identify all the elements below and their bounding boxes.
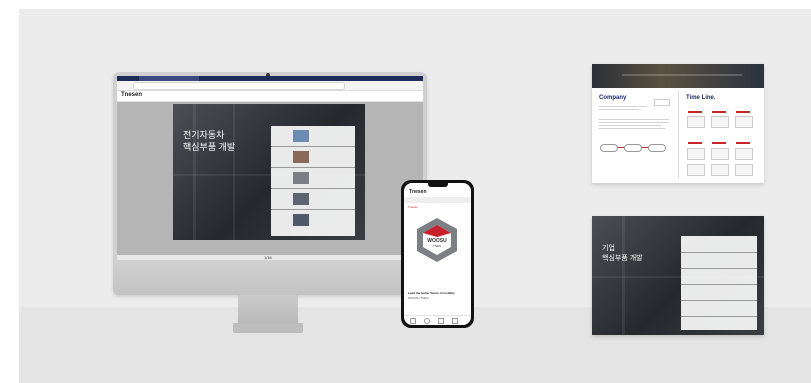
monitor-stand [238, 295, 298, 325]
smartphone: Tnesen Tnesen WOOSU TNES Lead the better… [401, 180, 474, 328]
timeline-node [624, 144, 642, 152]
menu-icon[interactable] [452, 318, 458, 324]
table-row-divider [681, 300, 757, 301]
year-label [736, 142, 750, 144]
table-row-divider [271, 188, 355, 189]
site-logo[interactable]: Tnesen [121, 92, 142, 98]
phone-notch [428, 183, 448, 187]
table-row-divider [271, 167, 355, 168]
desktop-monitor: Tnesen 전기자동차 핵심부품 개발 1/16 [113, 72, 427, 295]
text-line [599, 106, 647, 107]
table-row-divider [681, 284, 757, 285]
address-bar[interactable] [133, 82, 345, 90]
mockup-stage: Tnesen 전기자동차 핵심부품 개발 1/16 Tnesen Tnesen … [19, 9, 811, 383]
company-title: Company [599, 95, 627, 101]
timeline-box [687, 148, 705, 160]
monitor-screen: Tnesen 전기자동차 핵심부품 개발 1/16 [117, 76, 423, 260]
timeline-box [711, 148, 729, 160]
product-table-card: 기업 핵심부품 개발 [592, 216, 764, 335]
hexagon-badge: WOOSU TNES [417, 218, 457, 262]
table-row-divider [681, 268, 757, 269]
search-icon[interactable] [424, 318, 430, 324]
text-line [599, 119, 669, 120]
year-label [712, 142, 726, 144]
timeline-box [711, 164, 729, 176]
table-row-divider [271, 146, 355, 147]
badge-sub: TNES [433, 244, 441, 248]
table-row-divider [271, 209, 355, 210]
timeline-box [711, 116, 729, 128]
site-header: Tnesen [117, 91, 423, 102]
product-image [293, 172, 309, 184]
small-button[interactable] [654, 99, 670, 106]
text-line [599, 125, 661, 126]
year-label [712, 111, 726, 113]
catalog-slide: 전기자동차 핵심부품 개발 [173, 104, 365, 240]
viewer-page-bar: 1/16 [117, 255, 423, 260]
table-row-divider [681, 252, 757, 253]
slide-title-line2: 핵심부품 개발 [183, 142, 236, 152]
phone-site-logo[interactable]: Tnesen [409, 189, 427, 195]
phone-caption: Lead the better future of mobility [408, 291, 455, 295]
card-title-line1: 기업 [602, 245, 615, 252]
text-line [599, 109, 639, 110]
table-row-divider [681, 316, 757, 317]
timeline-box [735, 164, 753, 176]
share-icon[interactable] [438, 318, 444, 324]
product-image [293, 151, 309, 163]
document-viewer: 전기자동차 핵심부품 개발 1/16 [117, 102, 423, 260]
timeline-node [600, 144, 618, 152]
slide-title-line1: 전기자동차 [183, 130, 225, 140]
year-label [688, 142, 702, 144]
background-beam [193, 104, 196, 240]
timeline-box [735, 148, 753, 160]
phone-bottom-nav [404, 315, 471, 325]
card-banner [592, 64, 764, 88]
company-timeline-card: Company Time Line. [592, 64, 764, 183]
timeline-title: Time Line. [686, 95, 716, 101]
home-icon[interactable] [410, 318, 416, 324]
phone-screen: Tnesen Tnesen WOOSU TNES Lead the better… [404, 183, 471, 325]
product-image [293, 214, 309, 226]
timeline-box [687, 116, 705, 128]
timeline-node [648, 144, 666, 152]
page-indicator: 1/16 [264, 255, 272, 260]
phone-section-label: Tnesen [408, 205, 419, 209]
card-title-line2: 핵심부품 개발 [602, 255, 643, 262]
text-line [599, 128, 665, 129]
year-label [688, 111, 702, 113]
product-image [293, 193, 309, 205]
banner-light [622, 74, 742, 76]
monitor-chin [113, 264, 427, 295]
browser-toolbar [117, 81, 423, 91]
phone-caption-sub: WOOSU TNES [408, 296, 429, 300]
card-divider [678, 90, 679, 178]
timeline-box [735, 116, 753, 128]
phone-nav-band [404, 197, 471, 203]
monitor-stand-base [233, 323, 303, 333]
product-table [681, 236, 757, 330]
product-table [271, 126, 355, 236]
background-beam [233, 104, 235, 240]
product-image [293, 130, 309, 142]
text-line [599, 122, 669, 123]
year-label [736, 111, 750, 113]
timeline-box [687, 164, 705, 176]
